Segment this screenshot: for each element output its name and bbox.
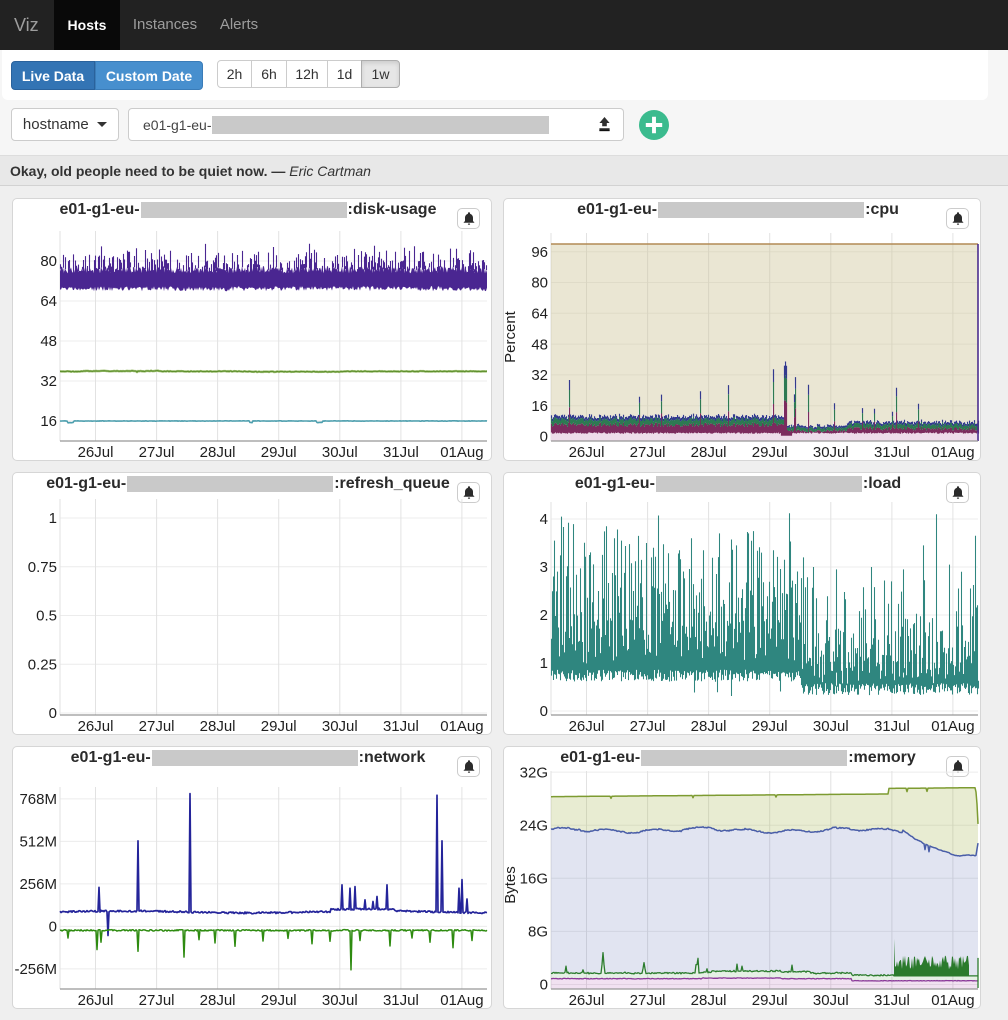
svg-text:768M: 768M xyxy=(19,791,57,808)
svg-text:0.5: 0.5 xyxy=(36,608,57,625)
svg-text:28Jul: 28Jul xyxy=(691,718,727,735)
svg-text:28Jul: 28Jul xyxy=(200,444,236,461)
svg-text:01Aug: 01Aug xyxy=(931,444,974,461)
svg-text:01Aug: 01Aug xyxy=(931,992,974,1009)
svg-text:0.75: 0.75 xyxy=(28,559,57,576)
svg-text:24G: 24G xyxy=(520,817,548,834)
svg-text:27Jul: 27Jul xyxy=(630,992,666,1009)
svg-text:32: 32 xyxy=(40,373,57,390)
svg-text:4: 4 xyxy=(540,511,548,528)
svg-text:27Jul: 27Jul xyxy=(630,718,666,735)
svg-text:26Jul: 26Jul xyxy=(569,444,605,461)
svg-text:0: 0 xyxy=(540,977,548,994)
svg-text:28Jul: 28Jul xyxy=(691,992,727,1009)
svg-text:16G: 16G xyxy=(520,871,548,888)
svg-text:29Jul: 29Jul xyxy=(261,444,297,461)
svg-text:30Jul: 30Jul xyxy=(813,992,849,1009)
svg-text:01Aug: 01Aug xyxy=(440,444,483,461)
svg-text:16: 16 xyxy=(531,398,548,415)
svg-text:31Jul: 31Jul xyxy=(383,992,419,1009)
svg-text:8G: 8G xyxy=(528,924,548,941)
svg-text:26Jul: 26Jul xyxy=(78,718,114,735)
svg-text:28Jul: 28Jul xyxy=(200,718,236,735)
svg-text:1: 1 xyxy=(49,510,57,527)
svg-text:3: 3 xyxy=(540,559,548,576)
svg-text:28Jul: 28Jul xyxy=(691,444,727,461)
svg-text:29Jul: 29Jul xyxy=(261,718,297,735)
svg-text:80: 80 xyxy=(531,275,548,292)
svg-text:31Jul: 31Jul xyxy=(383,718,419,735)
svg-text:0.25: 0.25 xyxy=(28,656,57,673)
svg-text:26Jul: 26Jul xyxy=(569,718,605,735)
svg-text:30Jul: 30Jul xyxy=(322,718,358,735)
svg-text:29Jul: 29Jul xyxy=(752,718,788,735)
svg-text:0: 0 xyxy=(540,429,548,446)
svg-text:01Aug: 01Aug xyxy=(440,718,483,735)
svg-text:32G: 32G xyxy=(520,764,548,781)
svg-text:1: 1 xyxy=(540,655,548,672)
svg-text:01Aug: 01Aug xyxy=(931,718,974,735)
svg-text:26Jul: 26Jul xyxy=(569,992,605,1009)
svg-text:01Aug: 01Aug xyxy=(440,992,483,1009)
svg-text:Percent: Percent xyxy=(504,310,519,363)
svg-text:0: 0 xyxy=(49,705,57,722)
svg-text:48: 48 xyxy=(40,333,57,350)
svg-text:31Jul: 31Jul xyxy=(874,718,910,735)
svg-text:26Jul: 26Jul xyxy=(78,992,114,1009)
svg-text:256M: 256M xyxy=(19,876,57,893)
svg-text:29Jul: 29Jul xyxy=(752,444,788,461)
svg-text:26Jul: 26Jul xyxy=(78,444,114,461)
svg-text:27Jul: 27Jul xyxy=(630,444,666,461)
svg-text:27Jul: 27Jul xyxy=(139,718,175,735)
svg-text:27Jul: 27Jul xyxy=(139,444,175,461)
svg-text:96: 96 xyxy=(531,244,548,261)
svg-text:30Jul: 30Jul xyxy=(322,444,358,461)
svg-text:29Jul: 29Jul xyxy=(752,992,788,1009)
svg-text:0: 0 xyxy=(49,919,57,936)
svg-text:2: 2 xyxy=(540,607,548,624)
svg-text:48: 48 xyxy=(531,336,548,353)
svg-text:30Jul: 30Jul xyxy=(322,992,358,1009)
svg-text:31Jul: 31Jul xyxy=(383,444,419,461)
svg-text:0: 0 xyxy=(540,703,548,720)
svg-text:27Jul: 27Jul xyxy=(139,992,175,1009)
svg-text:30Jul: 30Jul xyxy=(813,444,849,461)
svg-text:512M: 512M xyxy=(19,834,57,851)
svg-text:32: 32 xyxy=(531,367,548,384)
svg-text:28Jul: 28Jul xyxy=(200,992,236,1009)
svg-text:Bytes: Bytes xyxy=(504,866,519,904)
svg-text:-256M: -256M xyxy=(14,961,57,978)
svg-text:80: 80 xyxy=(40,253,57,270)
svg-text:16: 16 xyxy=(40,413,57,430)
svg-text:31Jul: 31Jul xyxy=(874,444,910,461)
svg-text:30Jul: 30Jul xyxy=(813,718,849,735)
svg-text:29Jul: 29Jul xyxy=(261,992,297,1009)
svg-text:64: 64 xyxy=(40,293,57,310)
svg-text:64: 64 xyxy=(531,306,548,323)
svg-text:31Jul: 31Jul xyxy=(874,992,910,1009)
